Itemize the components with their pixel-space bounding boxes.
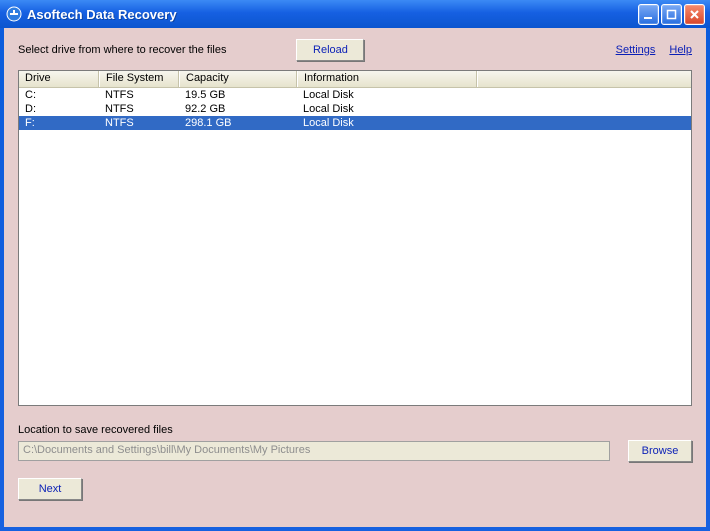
col-header-information[interactable]: Information — [297, 71, 477, 87]
cell-drive: F: — [19, 116, 99, 130]
reload-button[interactable]: Reload — [296, 39, 364, 61]
col-header-capacity[interactable]: Capacity — [179, 71, 297, 87]
settings-link[interactable]: Settings — [616, 44, 656, 56]
save-location-label: Location to save recovered files — [18, 424, 692, 436]
maximize-button[interactable] — [661, 4, 682, 25]
browse-button[interactable]: Browse — [628, 440, 692, 462]
cell-info: Local Disk — [297, 88, 477, 102]
cell-drive: D: — [19, 102, 99, 116]
close-button[interactable] — [684, 4, 705, 25]
select-drive-label: Select drive from where to recover the f… — [18, 44, 226, 56]
window-title: Asoftech Data Recovery — [27, 7, 638, 22]
cell-cap: 19.5 GB — [179, 88, 297, 102]
listview-header[interactable]: Drive File System Capacity Information — [19, 71, 691, 88]
titlebar[interactable]: Asoftech Data Recovery — [0, 0, 710, 28]
cell-fs: NTFS — [99, 116, 179, 130]
drive-row[interactable]: D:NTFS92.2 GBLocal Disk — [19, 102, 691, 116]
minimize-button[interactable] — [638, 4, 659, 25]
drive-row[interactable]: F:NTFS298.1 GBLocal Disk — [19, 116, 691, 130]
drive-listview[interactable]: Drive File System Capacity Information C… — [18, 70, 692, 406]
col-header-filesystem[interactable]: File System — [99, 71, 179, 87]
cell-info: Local Disk — [297, 116, 477, 130]
drive-row[interactable]: C:NTFS19.5 GBLocal Disk — [19, 88, 691, 102]
cell-drive: C: — [19, 88, 99, 102]
cell-fs: NTFS — [99, 102, 179, 116]
next-button[interactable]: Next — [18, 478, 82, 500]
cell-cap: 298.1 GB — [179, 116, 297, 130]
cell-info: Local Disk — [297, 102, 477, 116]
app-window: Asoftech Data Recovery Select drive from… — [0, 0, 710, 531]
client-area: Select drive from where to recover the f… — [4, 28, 706, 527]
save-location-field: C:\Documents and Settings\bill\My Docume… — [18, 441, 610, 461]
cell-cap: 92.2 GB — [179, 102, 297, 116]
listview-body[interactable]: C:NTFS19.5 GBLocal DiskD:NTFS92.2 GBLoca… — [19, 88, 691, 405]
help-link[interactable]: Help — [669, 44, 692, 56]
app-icon — [6, 6, 22, 22]
cell-fs: NTFS — [99, 88, 179, 102]
col-header-drive[interactable]: Drive — [19, 71, 99, 87]
col-header-remainder[interactable] — [477, 71, 691, 87]
